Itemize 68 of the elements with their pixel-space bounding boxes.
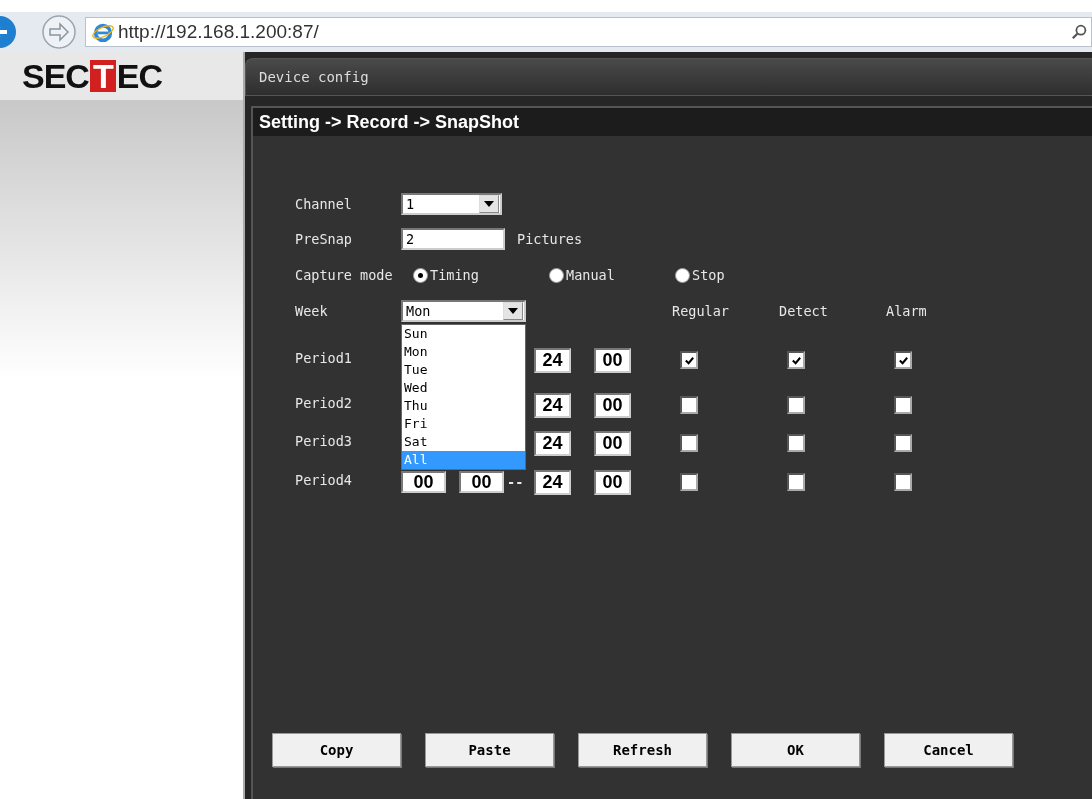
dropdown-option[interactable]: Mon: [402, 343, 525, 361]
minute-field[interactable]: 00: [594, 347, 631, 373]
hour-field[interactable]: 24: [534, 392, 571, 418]
week-dropdown[interactable]: Mon: [401, 300, 526, 322]
logo: SECTEC: [0, 52, 243, 100]
address-bar[interactable]: http://192.168.1.200:87/: [85, 17, 1092, 47]
dropdown-option[interactable]: Sun: [402, 325, 525, 343]
action-button[interactable]: Copy: [272, 733, 401, 767]
minute-field[interactable]: 00: [594, 430, 631, 456]
dropdown-option[interactable]: Sat: [402, 433, 525, 451]
checkbox[interactable]: [894, 396, 912, 414]
breadcrumb-title: Setting -> Record -> SnapShot: [253, 108, 1092, 136]
radio-button[interactable]: [549, 267, 564, 283]
radio-label: Stop: [692, 267, 725, 283]
url-text: http://192.168.1.200:87/: [118, 21, 320, 43]
dropdown-option[interactable]: Wed: [402, 379, 525, 397]
check-icon: [790, 354, 802, 366]
check-icon: [897, 354, 909, 366]
checkbox[interactable]: [680, 351, 698, 369]
checkbox[interactable]: [787, 396, 805, 414]
period-label: Period4: [295, 472, 353, 490]
dropdown-option[interactable]: Fri: [402, 415, 525, 433]
browser-e-icon: [92, 21, 114, 43]
field-label: PreSnap: [295, 231, 353, 247]
period-label: Period3: [295, 433, 353, 451]
hour-field[interactable]: 24: [534, 347, 571, 373]
minute-field[interactable]: 00: [459, 471, 504, 493]
radio-label: Timing: [430, 267, 479, 283]
hour-field[interactable]: 00: [401, 471, 446, 493]
checkbox[interactable]: [680, 434, 698, 452]
checkbox[interactable]: [680, 473, 698, 491]
action-button[interactable]: Refresh: [578, 733, 707, 767]
checkbox[interactable]: [787, 434, 805, 452]
column-header: Alarm: [886, 303, 927, 319]
device-config-tab[interactable]: Device config: [245, 58, 1092, 96]
range-separator: --: [507, 474, 524, 490]
search-icon[interactable]: [1071, 23, 1089, 41]
channel-dropdown[interactable]: 1: [401, 193, 502, 215]
checkbox[interactable]: [787, 351, 805, 369]
radio-button[interactable]: [413, 267, 428, 283]
field-label: Channel: [295, 196, 353, 212]
dropdown-option[interactable]: Thu: [402, 397, 525, 415]
checkbox[interactable]: [787, 473, 805, 491]
hour-field[interactable]: 24: [534, 430, 571, 456]
minute-field[interactable]: 00: [594, 469, 631, 495]
field-label: Capture mode: [295, 267, 394, 283]
period-label: Period2: [295, 395, 353, 413]
caret-icon: [479, 195, 499, 213]
field-label: Week: [295, 303, 329, 319]
checkbox[interactable]: [894, 434, 912, 452]
presnap-input[interactable]: 2: [401, 228, 505, 250]
checkbox[interactable]: [680, 396, 698, 414]
column-header: Regular: [672, 303, 729, 319]
caret-icon: [503, 302, 523, 320]
radio-label: Manual: [566, 267, 615, 283]
action-button[interactable]: Cancel: [884, 733, 1013, 767]
unit-label: Pictures: [517, 231, 583, 247]
action-button[interactable]: Paste: [425, 733, 554, 767]
action-button[interactable]: OK: [731, 733, 860, 767]
check-icon: [683, 354, 695, 366]
radio-button[interactable]: [675, 267, 690, 283]
checkbox[interactable]: [894, 351, 912, 369]
minute-field[interactable]: 00: [594, 392, 631, 418]
hour-field[interactable]: 24: [534, 469, 571, 495]
checkbox[interactable]: [894, 473, 912, 491]
column-header: Detect: [779, 303, 828, 319]
dropdown-option[interactable]: Tue: [402, 361, 525, 379]
period-label: Period1: [295, 350, 353, 368]
